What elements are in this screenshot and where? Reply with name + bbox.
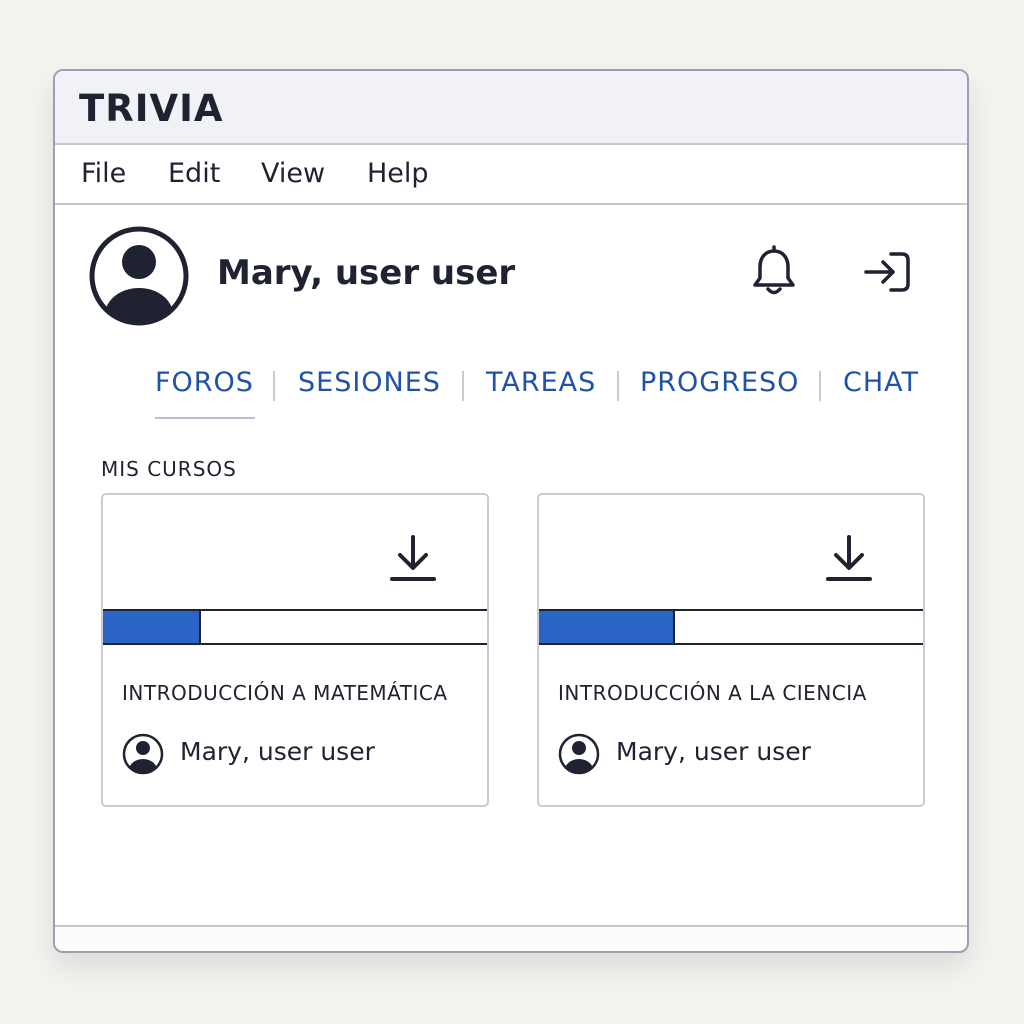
- app-title: TRIVIA: [79, 87, 224, 130]
- tab-foros[interactable]: FOROS: [155, 367, 254, 398]
- app-window: TRIVIA File Edit View Help Mary, user us…: [53, 69, 969, 953]
- section-title: MIS CURSOS: [101, 457, 237, 481]
- tab-separator: [462, 371, 464, 401]
- sign-out-icon[interactable]: [861, 245, 915, 299]
- progress-bar: [539, 609, 923, 645]
- tab-chat[interactable]: CHAT: [843, 367, 919, 398]
- tab-progreso[interactable]: PROGRESO: [640, 367, 799, 398]
- progress-bar: [103, 609, 487, 645]
- tab-separator: [819, 371, 821, 401]
- menu-item-view[interactable]: View: [261, 158, 325, 189]
- course-title[interactable]: INTRODUCCIÓN A LA CIENCIA: [558, 681, 867, 705]
- course-owner-name: Mary, user user: [180, 737, 375, 766]
- progress-fill: [539, 611, 676, 643]
- menu-bar: File Edit View Help: [55, 145, 967, 205]
- menu-item-help[interactable]: Help: [367, 158, 429, 189]
- tab-separator: [617, 371, 619, 401]
- status-bar: [55, 927, 967, 951]
- active-tab-indicator: [155, 417, 255, 419]
- title-bar: TRIVIA: [55, 71, 967, 145]
- tab-separator: [273, 371, 275, 401]
- course-card[interactable]: INTRODUCCIÓN A LA CIENCIA Mary, user use…: [537, 493, 925, 807]
- user-name: Mary, user user: [217, 253, 516, 293]
- download-icon[interactable]: [825, 533, 873, 585]
- course-card[interactable]: INTRODUCCIÓN A MATEMÁTICA Mary, user use…: [101, 493, 489, 807]
- user-avatar-icon: [122, 733, 164, 775]
- progress-fill: [103, 611, 201, 643]
- menu-item-file[interactable]: File: [81, 158, 126, 189]
- tab-tareas[interactable]: TAREAS: [486, 367, 596, 398]
- tab-sesiones[interactable]: SESIONES: [298, 367, 441, 398]
- user-avatar-icon[interactable]: [88, 225, 190, 327]
- menu-item-edit[interactable]: Edit: [168, 158, 220, 189]
- course-owner-name: Mary, user user: [616, 737, 811, 766]
- bell-icon[interactable]: [747, 245, 801, 299]
- user-avatar-icon: [558, 733, 600, 775]
- download-icon[interactable]: [389, 533, 437, 585]
- course-title[interactable]: INTRODUCCIÓN A MATEMÁTICA: [122, 681, 448, 705]
